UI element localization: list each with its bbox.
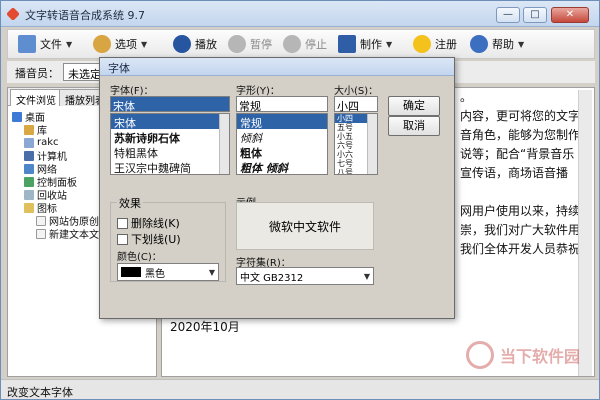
register-button[interactable]: 注册 bbox=[413, 33, 457, 55]
color-swatch bbox=[121, 266, 141, 277]
help-icon bbox=[470, 35, 488, 53]
chevron-down-icon: ▼ bbox=[363, 271, 370, 281]
text-line: 2020年10月 bbox=[170, 320, 240, 334]
pause-button[interactable]: 暂停 bbox=[228, 33, 272, 55]
style-option[interactable]: 粗体 倾斜 bbox=[237, 159, 327, 174]
status-text: 改变文本字体 bbox=[7, 386, 73, 399]
font-option[interactable]: 王汉宗中魏碑简 bbox=[111, 159, 229, 174]
status-bar: 改变文本字体 bbox=[1, 379, 599, 399]
font-sample: 微软中文软件 bbox=[236, 202, 374, 250]
main-window: 文字转语音合成系统 9.7 — □ ✕ 文件 ▼ 选项 ▼ 播放 暂停 停止 制作 ▼ bbox=[0, 0, 600, 400]
file-icon bbox=[18, 35, 36, 53]
underline-checkbox-box[interactable] bbox=[117, 233, 128, 245]
font-list-scrollbar[interactable] bbox=[219, 114, 229, 174]
chevron-down-icon: ▼ bbox=[208, 267, 215, 277]
font-dialog: 字体 字体(F)： 字形(Y)： 大小(S)： 宋体 常规 小四 宋体 苏新诗卵… bbox=[99, 57, 455, 319]
style-list[interactable]: 常规 倾斜 粗体 粗体 倾斜 bbox=[236, 113, 328, 175]
stop-icon bbox=[283, 35, 301, 53]
recycle-bin-icon bbox=[24, 189, 34, 200]
color-label: 颜色(C)： bbox=[117, 252, 162, 263]
font-option[interactable]: 苏新诗卵石体 bbox=[111, 129, 229, 145]
strikeout-checkbox-box[interactable] bbox=[117, 217, 128, 229]
size-list[interactable]: 小四 五号 小五 六号 小六 七号 八号 bbox=[334, 113, 378, 175]
size-list-scrollbar[interactable] bbox=[367, 114, 377, 174]
options-menu-button[interactable]: 选项 ▼ bbox=[93, 33, 147, 55]
close-button[interactable]: ✕ bbox=[551, 7, 589, 23]
app-icon bbox=[6, 7, 20, 21]
smiley-icon bbox=[413, 35, 431, 53]
effects-title: 效果 bbox=[117, 195, 143, 211]
strikeout-checkbox[interactable]: 删除线(K) bbox=[117, 215, 180, 231]
help-menu-button[interactable]: 帮助 ▼ bbox=[470, 33, 524, 55]
user-icon bbox=[24, 137, 34, 148]
window-title: 文字转语音合成系统 9.7 bbox=[25, 9, 145, 22]
options-icon bbox=[93, 35, 111, 53]
toolbar: 文件 ▼ 选项 ▼ 播放 暂停 停止 制作 ▼ 注册 帮助 ▼ bbox=[7, 29, 595, 59]
play-button[interactable]: 播放 bbox=[173, 33, 217, 55]
music-note-icon bbox=[338, 35, 356, 53]
ok-button[interactable]: 确定 bbox=[388, 96, 440, 116]
play-icon bbox=[173, 35, 191, 53]
desktop-icon bbox=[12, 111, 22, 122]
size-input[interactable]: 小四 bbox=[334, 96, 378, 113]
folder-icon bbox=[24, 202, 34, 213]
library-icon bbox=[24, 124, 34, 135]
document-icon bbox=[36, 228, 46, 239]
stop-button[interactable]: 停止 bbox=[283, 33, 327, 55]
color-select[interactable]: 黑色 ▼ bbox=[117, 263, 219, 281]
underline-checkbox[interactable]: 下划线(U) bbox=[117, 231, 181, 247]
editor-scrollbar[interactable] bbox=[578, 90, 592, 376]
watermark-icon bbox=[466, 341, 494, 369]
produce-menu-button[interactable]: 制作 ▼ bbox=[338, 33, 392, 55]
style-option[interactable]: 倾斜 bbox=[237, 129, 327, 145]
network-icon bbox=[24, 163, 34, 174]
font-option[interactable]: 特粗黑体 bbox=[111, 144, 229, 160]
color-value: 黑色 bbox=[121, 265, 165, 280]
document-icon bbox=[36, 215, 46, 226]
dialog-title: 字体 bbox=[100, 58, 454, 76]
title-bar: 文字转语音合成系统 9.7 — □ ✕ bbox=[1, 1, 599, 27]
style-option[interactable]: 粗体 bbox=[237, 144, 327, 160]
effects-group: 效果 删除线(K) 下划线(U) 颜色(C)： 黑色 ▼ bbox=[110, 195, 226, 282]
watermark: 当下软件园 bbox=[466, 336, 586, 374]
minimize-button[interactable]: — bbox=[496, 7, 520, 23]
maximize-button[interactable]: □ bbox=[523, 7, 547, 23]
font-label: 字体(F)： bbox=[110, 86, 154, 97]
tab-file-browse[interactable]: 文件浏览 bbox=[10, 89, 62, 107]
font-option[interactable]: 宋体 bbox=[111, 114, 229, 130]
size-label: 大小(S)： bbox=[334, 86, 379, 97]
charset-select[interactable]: 中文 GB2312 ▼ bbox=[236, 267, 374, 285]
font-list[interactable]: 宋体 苏新诗卵石体 特粗黑体 王汉宗中魏碑简 bbox=[110, 113, 230, 175]
computer-icon bbox=[24, 150, 34, 161]
announcer-label: 播音员： bbox=[15, 67, 59, 80]
style-option[interactable]: 常规 bbox=[237, 114, 327, 130]
style-input[interactable]: 常规 bbox=[236, 96, 328, 113]
control-panel-icon bbox=[24, 176, 34, 187]
style-label: 字形(Y)： bbox=[236, 86, 280, 97]
cancel-button[interactable]: 取消 bbox=[388, 116, 440, 136]
file-menu-button[interactable]: 文件 ▼ bbox=[18, 33, 72, 55]
pause-icon bbox=[228, 35, 246, 53]
font-input[interactable]: 宋体 bbox=[110, 96, 230, 113]
